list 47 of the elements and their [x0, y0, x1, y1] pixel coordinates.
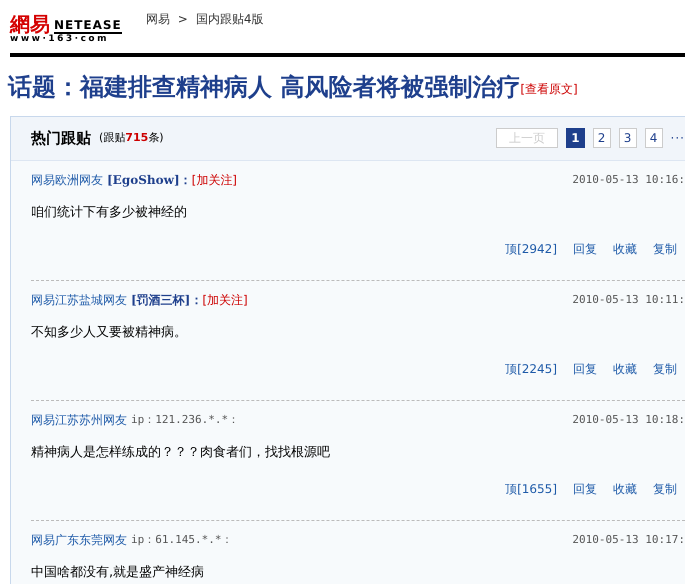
- logo-brand[interactable]: NETEASE: [54, 19, 122, 34]
- ip-address: ip：121.236.*.*：: [131, 412, 240, 428]
- logo-domain: www·163·com: [10, 34, 110, 44]
- page-button[interactable]: 4: [644, 128, 663, 148]
- comment-action-link[interactable]: 回复: [573, 360, 597, 378]
- comment-time: 2010-05-13 10:11:: [572, 292, 685, 308]
- user-handle: [罚酒三杯]: [131, 292, 190, 309]
- comment-action-link[interactable]: 顶[1655]: [505, 480, 557, 498]
- breadcrumb-separator: >: [178, 11, 188, 28]
- comment-time: 2010-05-13 10:18:: [572, 412, 685, 428]
- colon-text: ：: [180, 172, 192, 189]
- comment-text: 不知多少人又要被精神病。: [31, 324, 188, 342]
- comment-action-link[interactable]: 复制: [653, 480, 677, 498]
- comment-action-link[interactable]: 回复: [573, 480, 597, 498]
- comment-action-link[interactable]: 收藏: [613, 240, 637, 258]
- panel-heading: 热门跟贴: [31, 128, 91, 150]
- follow-link[interactable]: [加关注]: [202, 290, 248, 309]
- user-link[interactable]: 网易广东东莞网友: [31, 530, 127, 549]
- breadcrumb-link[interactable]: 国内跟贴4版: [196, 10, 264, 28]
- page-title: 话题：福建排查精神病人 高风险者将被强制治疗: [8, 73, 520, 102]
- page-button[interactable]: 2: [592, 128, 611, 148]
- user-link[interactable]: 网易欧洲网友: [31, 170, 103, 189]
- pagination-ellipsis: ···: [670, 130, 685, 148]
- user-handle: [EgoShow]: [107, 172, 180, 189]
- comment-action-link[interactable]: 回复: [573, 240, 597, 258]
- comment-action-link[interactable]: 复制: [653, 240, 677, 258]
- comment-action-link[interactable]: 顶[2245]: [505, 360, 557, 378]
- page-button[interactable]: 3: [618, 128, 637, 148]
- comment-action-link[interactable]: 收藏: [613, 360, 637, 378]
- comment-text: 中国啥都没有,就是盛产神经病: [31, 564, 206, 582]
- page-button[interactable]: 1: [566, 128, 585, 148]
- comment-time: 2010-05-13 10:16:: [572, 172, 685, 188]
- breadcrumb-link[interactable]: 网易: [146, 10, 170, 28]
- comment-action-link[interactable]: 顶[2942]: [505, 240, 557, 258]
- user-link[interactable]: 网易江苏盐城网友: [31, 290, 127, 309]
- follow-link[interactable]: [加关注]: [192, 170, 237, 189]
- colon-text: ：: [190, 292, 202, 309]
- logo-mark[interactable]: 網易: [10, 14, 50, 34]
- comment-count: (跟贴715条): [99, 130, 164, 146]
- user-link[interactable]: 网易江苏苏州网友: [31, 410, 127, 429]
- comment-time: 2010-05-13 10:17:: [572, 532, 685, 548]
- comment-text: 精神病人是怎样练成的？？？肉食者们，找找根源吧: [31, 444, 331, 462]
- view-source-link[interactable]: [查看原文]: [520, 80, 578, 98]
- comment-action-link[interactable]: 收藏: [613, 480, 637, 498]
- ip-address: ip：61.145.*.*：: [131, 532, 232, 548]
- comment-action-link[interactable]: 复制: [653, 360, 677, 378]
- comment-text: 咱们统计下有多少被神经的: [31, 204, 188, 222]
